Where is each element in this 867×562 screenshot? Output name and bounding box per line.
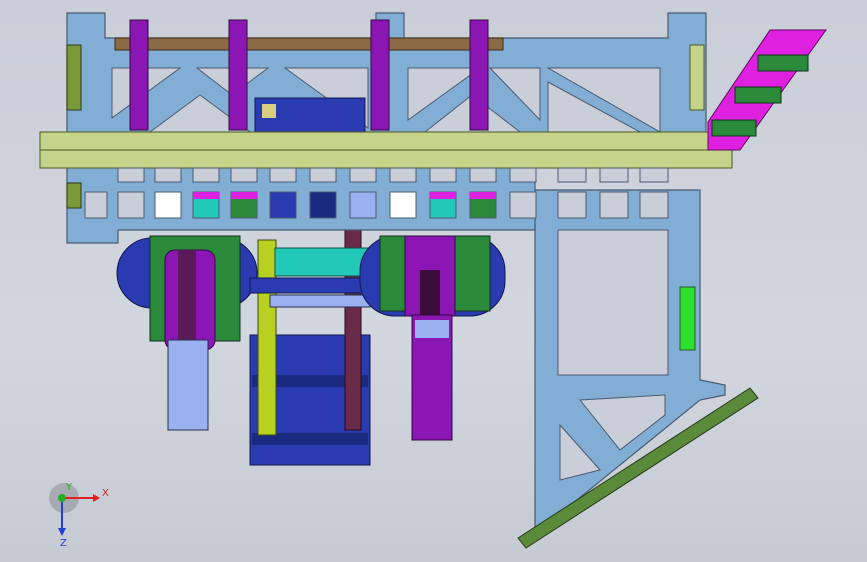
z-axis-label: Z: [60, 538, 67, 548]
cad-model-viewport[interactable]: [0, 0, 867, 562]
axis-triad: X Y Z: [40, 478, 120, 549]
right-wheel-assembly[interactable]: [359, 235, 506, 441]
top-right-wedge[interactable]: [707, 29, 827, 151]
x-axis-label: X: [102, 488, 109, 499]
y-axis-dot: [58, 494, 66, 502]
y-axis-label: Y: [65, 482, 73, 493]
axis-triad-graphic: X Y Z: [49, 482, 109, 549]
left-wheel-assembly[interactable]: [116, 235, 258, 431]
window-grid[interactable]: [84, 167, 669, 219]
left-side-plate[interactable]: [66, 44, 82, 111]
right-side-plate[interactable]: [689, 44, 705, 111]
top-brown-beam[interactable]: [114, 37, 504, 51]
